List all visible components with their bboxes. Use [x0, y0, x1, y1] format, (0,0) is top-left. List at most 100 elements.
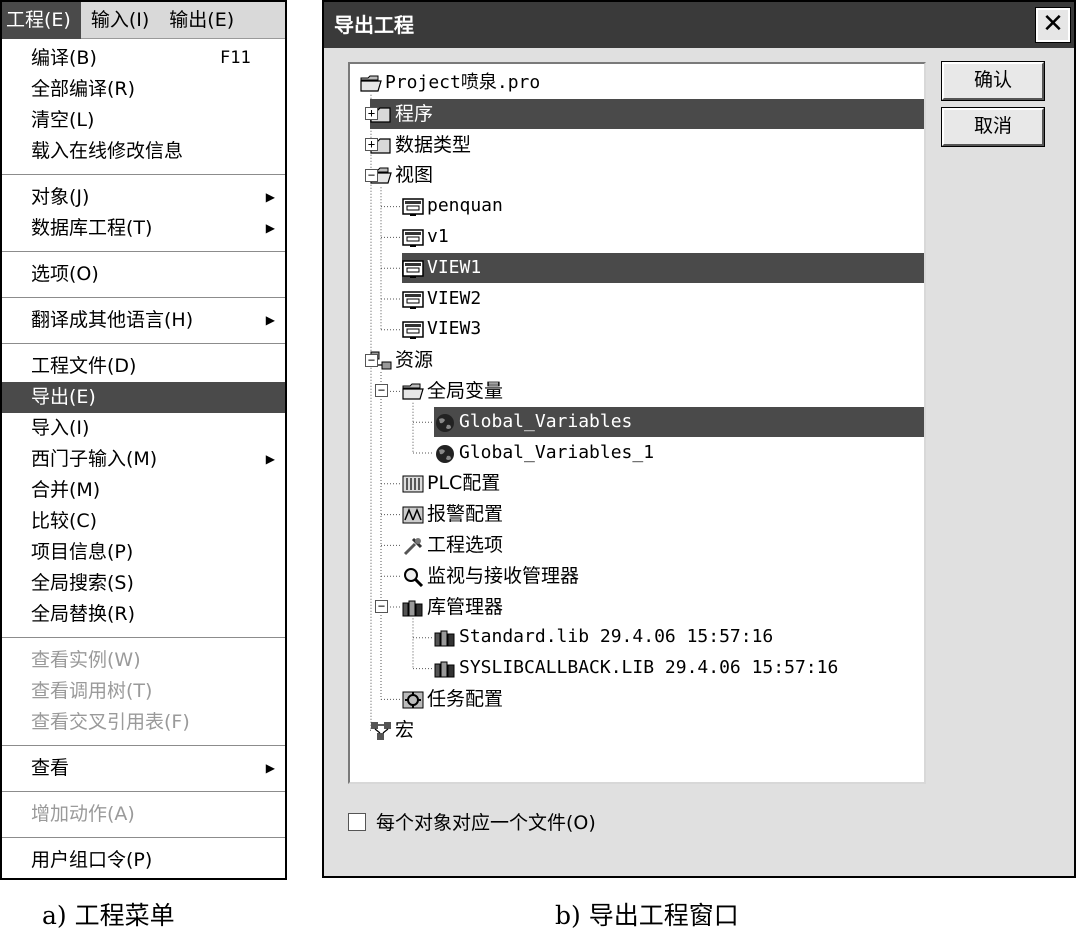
expand-icon[interactable]: + — [365, 107, 378, 121]
tree-node[interactable]: Global_Variables_1 — [434, 438, 654, 468]
menubar-item-output[interactable]: 输出(E) — [159, 2, 244, 39]
tools-icon — [402, 535, 424, 556]
caption-right: b) 导出工程窗口 — [555, 901, 739, 930]
project-tree[interactable]: Project喷泉.pro 程序 + 数据类型 + 视图 − penquan v1 VIEW1 VI… — [348, 62, 926, 784]
menu-item: 查看实例(W) — [2, 645, 285, 676]
close-icon: ✕ — [1042, 9, 1064, 39]
menu-item[interactable]: 对象(J) ▶ — [2, 182, 285, 213]
collapse-icon[interactable]: − — [365, 353, 378, 367]
menu-item-label: 查看调用树(T) — [31, 680, 153, 702]
tree-node[interactable]: 库管理器 — [402, 592, 503, 622]
expand-icon[interactable]: + — [365, 138, 378, 151]
collapse-icon[interactable]: − — [365, 168, 378, 182]
menu-item[interactable]: 项目信息(P) — [2, 537, 285, 568]
menu-item[interactable]: 导出(E) — [2, 382, 285, 413]
menu-item[interactable]: 西门子输入(M) ▶ — [2, 444, 285, 475]
menu-item-label: 增加动作(A) — [31, 803, 135, 825]
project-menu: 工程(E) 输入(I) 输出(E) 编译(B) F11 全部编译(R) 清空(L) 载入… — [0, 0, 287, 880]
menu-item[interactable]: 导入(I) — [2, 413, 285, 444]
library-icon — [434, 627, 456, 647]
alarm-config-icon — [402, 504, 424, 524]
dialog-title: 导出工程 — [324, 2, 1074, 48]
library-icon — [402, 597, 424, 617]
ok-button[interactable]: 确认 — [941, 61, 1045, 101]
menu-item[interactable]: 合并(M) — [2, 475, 285, 506]
cancel-button[interactable]: 取消 — [941, 107, 1045, 147]
tree-node[interactable]: VIEW3 — [402, 314, 481, 344]
menu-item-label: 查看 — [31, 757, 70, 779]
tree-node[interactable]: 全局变量 — [402, 376, 503, 406]
close-button[interactable]: ✕ — [1035, 7, 1071, 43]
menu-item[interactable]: 翻译成其他语言(H) ▶ — [2, 305, 285, 336]
tree-node[interactable]: 监视与接收管理器 — [402, 561, 579, 591]
menu-item: 增加动作(A) — [2, 799, 285, 830]
menubar-item-project[interactable]: 工程(E) — [2, 1, 81, 39]
tree-node-label: 库管理器 — [427, 595, 504, 618]
tree-node[interactable]: 数据类型 — [370, 130, 471, 160]
macro-icon — [370, 720, 392, 740]
tree-node-label: 监视与接收管理器 — [427, 564, 580, 587]
menu-separator — [2, 343, 285, 344]
one-file-per-object-checkbox[interactable] — [348, 812, 366, 831]
tree-node[interactable]: 视图 — [370, 160, 433, 190]
menu-separator — [2, 297, 285, 298]
plc-config-icon — [402, 473, 424, 493]
tree-node-label: 报警配置 — [427, 503, 504, 526]
one-file-per-object-option[interactable]: 每个对象对应一个文件(O) — [348, 808, 596, 835]
menu-item[interactable]: 全局替换(R) — [2, 599, 285, 630]
tree-node[interactable]: Standard.lib 29.4.06 15:57:16 — [434, 622, 773, 652]
submenu-arrow-icon: ▶ — [265, 313, 275, 327]
tree-node[interactable]: penquan — [402, 191, 503, 221]
menu-item[interactable]: 查看 ▶ — [2, 753, 285, 784]
tree-node-label: VIEW3 — [427, 318, 482, 340]
menu-item[interactable]: 选项(O) — [2, 259, 285, 290]
menu-item[interactable]: 用户组口令(P) — [2, 845, 285, 876]
menu-item-label: 查看交叉引用表(F) — [31, 711, 190, 733]
tree-node[interactable]: 程序 — [370, 98, 924, 129]
tree-node-label: SYSLIBCALLBACK.LIB 29.4.06 15:57:16 — [459, 657, 839, 679]
menu-item[interactable]: 载入在线修改信息 — [2, 136, 285, 167]
menu-item[interactable]: 比较(C) — [2, 506, 285, 537]
menu-item-label: 全部编译(R) — [31, 78, 136, 100]
menubar-item-input[interactable]: 输入(I) — [81, 2, 159, 39]
submenu-arrow-icon: ▶ — [265, 190, 275, 204]
menu-item-label: 全局搜索(S) — [31, 572, 134, 594]
tree-node[interactable]: v1 — [402, 222, 449, 252]
menu-item-label: 对象(J) — [31, 186, 90, 208]
tree-node-label: VIEW1 — [427, 256, 482, 278]
tree-node-label: Global_Variables_1 — [459, 441, 655, 463]
menu-item[interactable]: 清空(L) — [2, 105, 285, 136]
tree-node[interactable]: Project喷泉.pro — [360, 68, 540, 98]
tree-node[interactable]: 工程选项 — [402, 530, 503, 560]
tree-node-label: 数据类型 — [395, 133, 472, 156]
collapse-icon[interactable]: − — [375, 384, 388, 398]
tree-node-label: 资源 — [395, 349, 434, 372]
menu-item-label: 导出(E) — [31, 386, 96, 408]
tree-node-label: PLC配置 — [427, 472, 501, 495]
tree-node[interactable]: SYSLIBCALLBACK.LIB 29.4.06 15:57:16 — [434, 653, 838, 683]
menu-item: 查看调用树(T) — [2, 676, 285, 707]
menu-item-label: 合并(M) — [31, 479, 101, 501]
tree-node[interactable]: VIEW2 — [402, 284, 481, 314]
collapse-icon[interactable]: − — [375, 600, 388, 613]
tree-node-label: 程序 — [395, 102, 434, 125]
menu-item-label: 清空(L) — [31, 109, 95, 131]
menu-item[interactable]: 工程文件(D) — [2, 351, 285, 382]
tree-node-label: VIEW2 — [427, 287, 482, 309]
visualization-icon — [402, 227, 424, 247]
tree-node[interactable]: 宏 — [370, 715, 414, 745]
menu-item-shortcut: F11 — [220, 48, 251, 68]
tree-node[interactable]: PLC配置 — [402, 468, 500, 498]
tree-node[interactable]: 报警配置 — [402, 499, 503, 529]
menu-item[interactable]: 全局搜索(S) — [2, 568, 285, 599]
menu-item[interactable]: 数据库工程(T) ▶ — [2, 213, 285, 244]
menu-item-label: 西门子输入(M) — [31, 448, 158, 470]
menu-item[interactable]: 编译(B) F11 — [2, 43, 285, 74]
tree-node[interactable]: VIEW1 — [402, 252, 924, 283]
caption-left: a) 工程菜单 — [42, 901, 175, 930]
tree-node[interactable]: 任务配置 — [402, 684, 503, 714]
tree-node[interactable]: Global_Variables — [434, 406, 924, 437]
tree-node[interactable]: 资源 — [370, 345, 433, 375]
library-icon — [434, 658, 456, 678]
menu-item[interactable]: 全部编译(R) — [2, 74, 285, 105]
